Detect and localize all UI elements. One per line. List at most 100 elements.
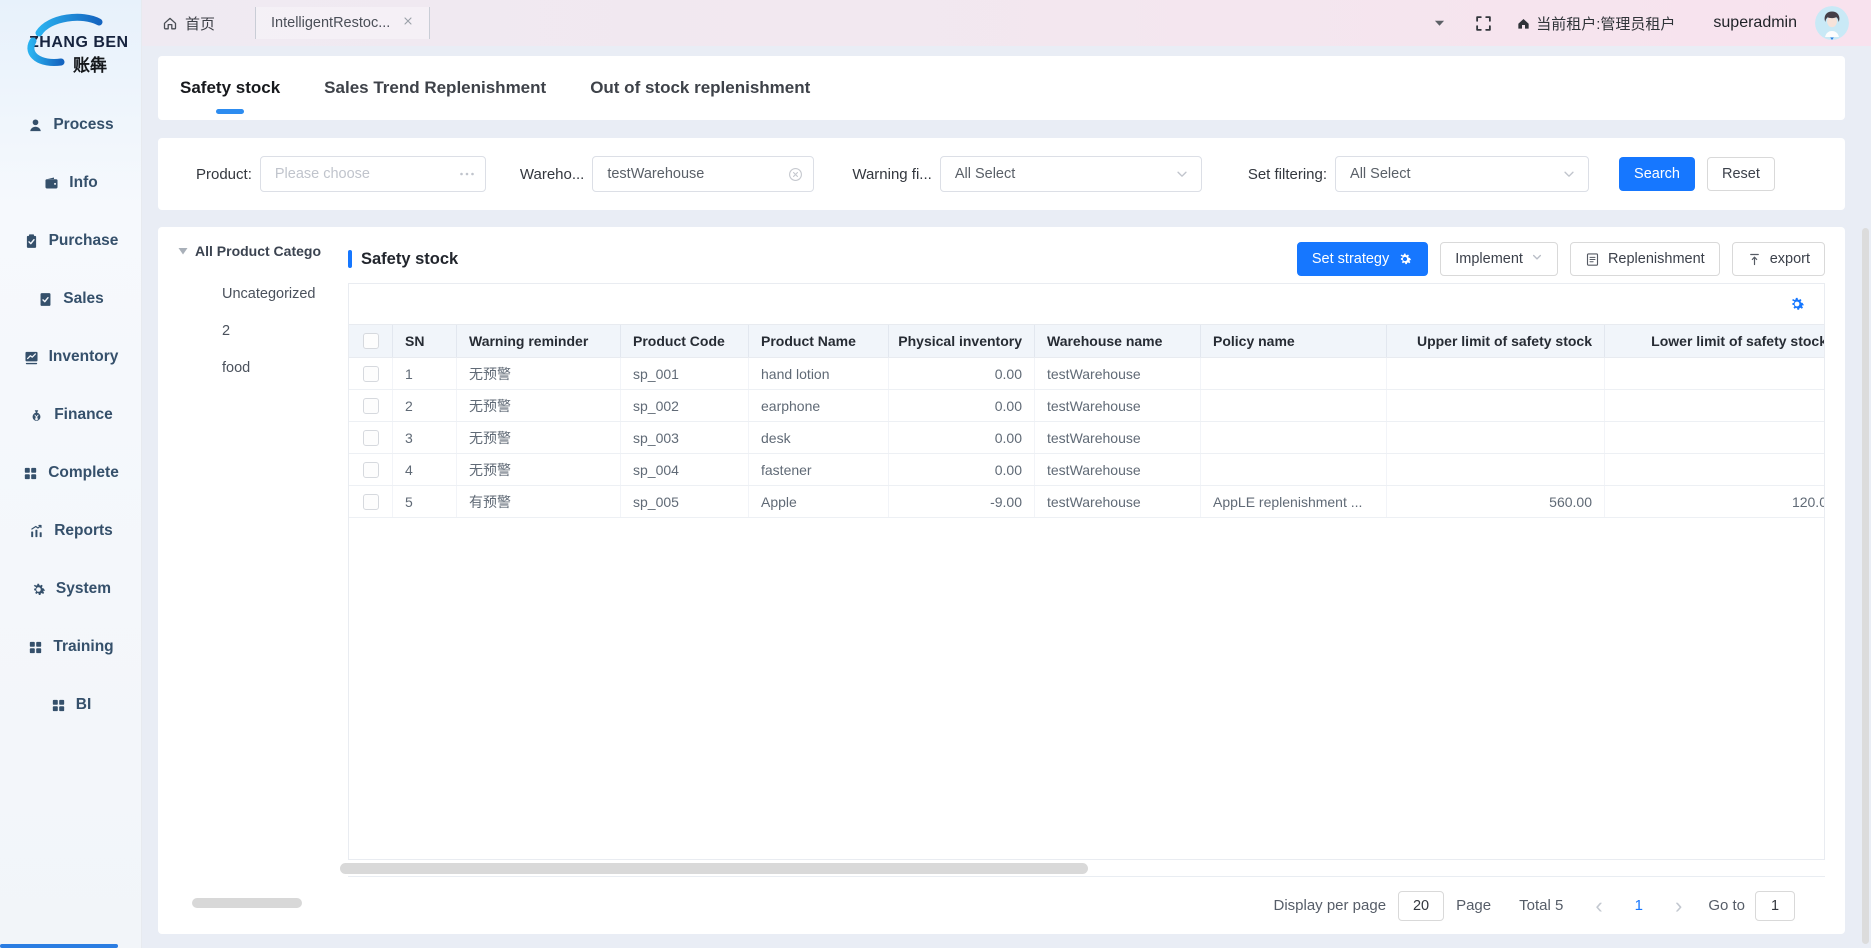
tree-horizontal-scrollbar[interactable] xyxy=(192,898,302,908)
home-filled-icon xyxy=(1516,16,1531,31)
tab-close-icon[interactable] xyxy=(402,15,414,31)
row-checkbox[interactable] xyxy=(363,430,379,446)
current-tenant[interactable]: 当前租户:管理员租户 xyxy=(1516,13,1675,34)
sidebar-item-icon xyxy=(37,291,54,308)
table-horizontal-scrollbar[interactable] xyxy=(340,863,1088,874)
page-size-input[interactable] xyxy=(1399,892,1443,920)
username[interactable]: superadmin xyxy=(1713,14,1797,32)
cell-upper-limit xyxy=(1387,422,1605,453)
column-header[interactable]: Product Code xyxy=(621,325,749,357)
current-page[interactable]: 1 xyxy=(1635,897,1643,914)
table-row[interactable]: 3 无预警 sp_003 desk 0.00 testWarehouse xyxy=(349,422,1824,454)
warning-filter-select[interactable]: All Select xyxy=(940,156,1202,192)
cell-upper-limit xyxy=(1387,454,1605,485)
prev-page-icon[interactable]: ‹ xyxy=(1595,895,1602,917)
tab[interactable]: Out of stock replenishment xyxy=(590,56,810,120)
select-all-checkbox[interactable] xyxy=(363,333,379,349)
sidebar-item[interactable]: Complete xyxy=(0,444,141,502)
cell-product-code: sp_004 xyxy=(621,454,749,485)
tree-root-label: All Product Catego xyxy=(195,243,321,259)
tree-children: Uncategorized2food xyxy=(222,275,348,386)
page-vertical-scrollbar[interactable] xyxy=(1862,228,1869,944)
column-header[interactable]: Lower limit of safety stock xyxy=(1605,325,1825,357)
export-button[interactable]: export xyxy=(1732,242,1825,276)
caret-down-icon[interactable] xyxy=(1434,19,1445,28)
clear-icon[interactable] xyxy=(788,167,803,182)
replenishment-button[interactable]: Replenishment xyxy=(1570,242,1720,276)
column-header[interactable]: Product Name xyxy=(749,325,889,357)
cell-warehouse-name: testWarehouse xyxy=(1035,454,1201,485)
tree-root-all-categories[interactable]: All Product Catego xyxy=(178,243,348,259)
set-filtering-select[interactable]: All Select xyxy=(1335,156,1589,192)
set-strategy-label: Set strategy xyxy=(1312,251,1389,267)
cell-warning-reminder: 无预警 xyxy=(457,422,621,453)
tab[interactable]: Safety stock xyxy=(180,56,280,120)
sidebar-item[interactable]: Purchase xyxy=(0,212,141,270)
column-header[interactable]: Warning reminder xyxy=(457,325,621,357)
sidebar-item[interactable]: Finance xyxy=(0,386,141,444)
tree-item[interactable]: Uncategorized xyxy=(222,275,348,312)
fullscreen-icon[interactable] xyxy=(1475,15,1492,32)
cell-product-name: hand lotion xyxy=(749,358,889,389)
sidebar: ZHANG BEN 账犇 Process Info Purchase Sales xyxy=(0,0,142,948)
row-checkbox[interactable] xyxy=(363,398,379,414)
implement-button[interactable]: Implement xyxy=(1440,242,1558,276)
more-dots-icon[interactable] xyxy=(459,171,475,177)
sidebar-item[interactable]: Training xyxy=(0,618,141,676)
sidebar-item[interactable]: Process xyxy=(0,96,141,154)
search-button[interactable]: Search xyxy=(1619,157,1695,191)
sidebar-item[interactable]: Sales xyxy=(0,270,141,328)
goto-input[interactable] xyxy=(1756,892,1794,920)
home-breadcrumb[interactable]: 首页 xyxy=(162,13,215,34)
page-tab[interactable]: IntelligentRestoc... xyxy=(255,7,430,39)
avatar[interactable] xyxy=(1815,6,1849,40)
column-header[interactable]: Upper limit of safety stock xyxy=(1387,325,1605,357)
row-checkbox-cell xyxy=(349,358,393,389)
cell-sn: 2 xyxy=(393,390,457,421)
table-horizontal-scrollbar-track xyxy=(348,860,1825,876)
tab[interactable]: Sales Trend Replenishment xyxy=(324,56,546,120)
row-checkbox[interactable] xyxy=(363,366,379,382)
table-block: SNWarning reminderProduct CodeProduct Na… xyxy=(348,283,1825,860)
column-settings-gear-icon[interactable] xyxy=(1788,295,1806,313)
cell-sn: 4 xyxy=(393,454,457,485)
column-header[interactable]: Physical inventory xyxy=(889,325,1035,357)
set-strategy-button[interactable]: Set strategy xyxy=(1297,242,1428,276)
sidebar-item-icon xyxy=(22,465,39,482)
title-accent-bar xyxy=(348,250,352,268)
sidebar-item-label: Sales xyxy=(63,290,104,308)
total-count: Total 5 xyxy=(1519,897,1563,914)
sidebar-item[interactable]: System xyxy=(0,560,141,618)
sidebar-item[interactable]: Reports xyxy=(0,502,141,560)
column-header[interactable]: Policy name xyxy=(1201,325,1387,357)
table-row[interactable]: 1 无预警 sp_001 hand lotion 0.00 testWareho… xyxy=(349,358,1824,390)
product-input[interactable] xyxy=(261,157,485,191)
tree-item[interactable]: food xyxy=(222,349,348,386)
page-size-field xyxy=(1398,891,1444,921)
cell-warning-reminder: 无预警 xyxy=(457,358,621,389)
reset-button[interactable]: Reset xyxy=(1707,157,1775,191)
table-row[interactable]: 5 有预警 sp_005 Apple -9.00 testWarehouse A… xyxy=(349,486,1824,518)
sidebar-item[interactable]: Info xyxy=(0,154,141,212)
safety-stock-panel: Safety stock Set strategy Implement xyxy=(348,227,1845,934)
implement-label: Implement xyxy=(1455,251,1523,267)
panel-header: Safety stock Set strategy Implement xyxy=(348,235,1825,283)
set-filtering-label: Set filtering: xyxy=(1248,166,1327,183)
table-row[interactable]: 2 无预警 sp_002 earphone 0.00 testWarehouse xyxy=(349,390,1824,422)
sidebar-item[interactable]: BI xyxy=(0,676,141,734)
sidebar-item-label: Info xyxy=(69,174,97,192)
filter-bar: Product: Wareho... Warning fi... All Sel… xyxy=(158,138,1845,210)
sidebar-item[interactable]: Inventory xyxy=(0,328,141,386)
table-row[interactable]: 4 无预警 sp_004 fastener 0.00 testWarehouse xyxy=(349,454,1824,486)
cell-product-name: earphone xyxy=(749,390,889,421)
tree-item[interactable]: 2 xyxy=(222,312,348,349)
row-checkbox[interactable] xyxy=(363,462,379,478)
sidebar-scrollbar[interactable] xyxy=(0,944,118,948)
next-page-icon[interactable]: › xyxy=(1675,895,1682,917)
column-header[interactable]: SN xyxy=(393,325,457,357)
column-header[interactable]: Warehouse name xyxy=(1035,325,1201,357)
row-checkbox[interactable] xyxy=(363,494,379,510)
cell-warehouse-name: testWarehouse xyxy=(1035,422,1201,453)
warehouse-input[interactable] xyxy=(593,157,813,191)
svg-text:账犇: 账犇 xyxy=(73,55,107,75)
